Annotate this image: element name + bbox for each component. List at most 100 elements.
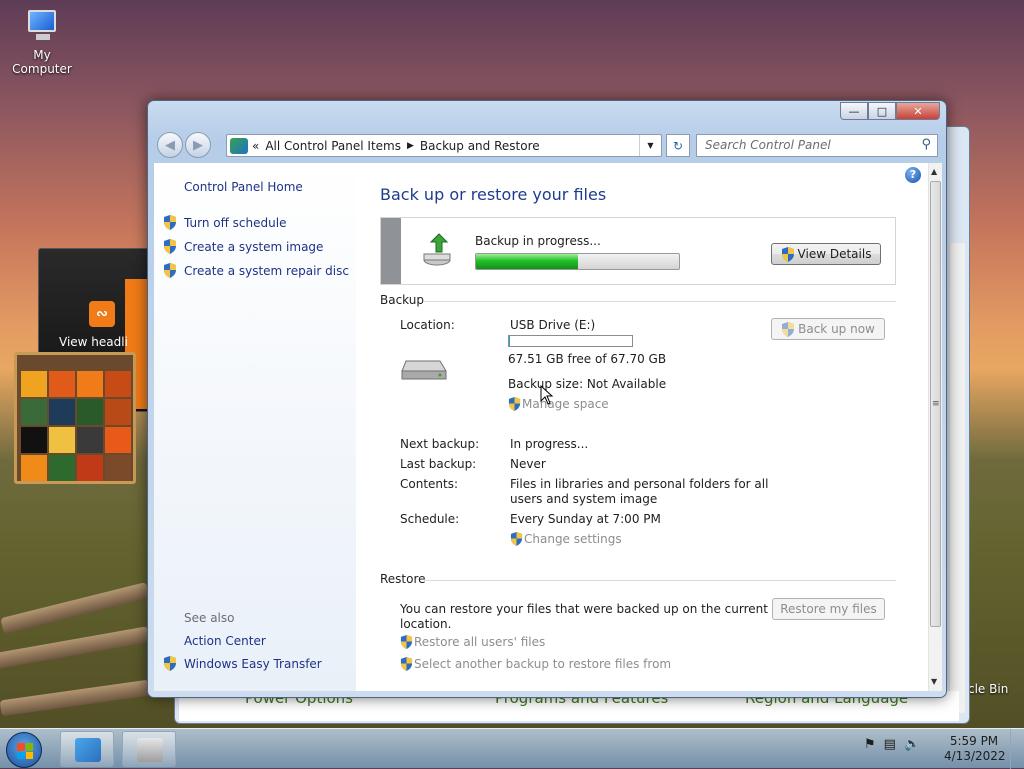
rss-icon: ∾	[89, 301, 115, 327]
breadcrumb-backup-restore[interactable]: Backup and Restore	[420, 139, 540, 153]
uac-shield-icon	[781, 321, 795, 337]
control-panel-home-link[interactable]: Control Panel Home	[184, 180, 303, 194]
backup-size-text: Backup size: Not Available	[508, 377, 667, 391]
address-bar[interactable]: « All Control Panel Items ▶ Backup and R…	[226, 134, 662, 157]
contents-value-line2: users and system image	[510, 492, 658, 506]
my-computer-desktop-icon[interactable]: My Computer	[4, 8, 80, 76]
start-button[interactable]	[6, 732, 42, 768]
maximize-button[interactable]: □	[868, 102, 896, 120]
windows-logo-icon	[17, 743, 33, 759]
address-dropdown-icon[interactable]: ▼	[639, 135, 661, 156]
scrollbar-grip-icon: ≡	[932, 399, 940, 409]
schedule-label: Schedule:	[400, 512, 460, 526]
uac-shield-icon	[163, 263, 177, 278]
search-icon[interactable]: ⚲	[921, 137, 931, 152]
backup-progress-panel: Backup in progress... View Details	[380, 217, 896, 285]
change-settings-link[interactable]: Change settings	[510, 532, 622, 546]
computer-icon	[22, 8, 62, 44]
breadcrumb-separator-icon[interactable]: ▶	[407, 141, 414, 151]
refresh-icon[interactable]: ↻	[666, 134, 690, 157]
uac-shield-icon	[400, 635, 413, 649]
background-scrollbar[interactable]	[949, 243, 965, 713]
backup-restore-window[interactable]: — □ ✕ ◀ ▶ « All Control Panel Items ▶ Ba…	[147, 100, 947, 698]
close-button[interactable]: ✕	[896, 102, 940, 120]
uac-shield-icon	[163, 215, 177, 230]
uac-shield-icon	[781, 246, 795, 262]
gadget-headline-text: View headli	[59, 335, 128, 349]
minimize-button[interactable]: —	[840, 102, 868, 120]
free-space-text: 67.51 GB free of 67.70 GB	[508, 352, 667, 366]
page-title: Back up or restore your files	[380, 185, 607, 204]
scroll-down-icon[interactable]: ▼	[931, 677, 937, 686]
view-details-label: View Details	[797, 247, 872, 261]
clock-time: 5:59 PM	[949, 734, 999, 748]
network-icon[interactable]: ▤	[884, 737, 896, 752]
restore-all-users-link[interactable]: Restore all users' files	[400, 635, 545, 649]
action-center-flag-icon[interactable]: ⚑	[864, 737, 876, 752]
taskbar-clock[interactable]: 5:59 PM 4/13/2022	[944, 734, 1006, 764]
last-backup-label: Last backup:	[400, 457, 477, 471]
show-desktop-button[interactable]	[1010, 729, 1024, 769]
manage-space-label: Manage space	[522, 397, 609, 411]
create-system-image-link[interactable]: Create a system image	[184, 240, 323, 254]
location-label: Location:	[400, 318, 455, 332]
view-details-button[interactable]: View Details	[771, 243, 881, 265]
back-arrow-icon[interactable]: ◀	[157, 132, 183, 158]
system-tray: ⚑ ▤ 🔈	[864, 737, 920, 752]
picture-puzzle-gadget[interactable]	[14, 352, 136, 484]
backup-icon	[423, 233, 451, 266]
uac-shield-icon	[510, 532, 523, 546]
navigation-buttons: ◀ ▶	[156, 131, 214, 159]
drive-icon	[137, 738, 163, 762]
scroll-up-icon[interactable]: ▲	[931, 167, 937, 176]
help-icon[interactable]: ?	[905, 167, 921, 183]
restore-my-files-button[interactable]: Restore my files	[772, 598, 885, 620]
search-input[interactable]: Search Control Panel ⚲	[696, 134, 938, 157]
window-controls: — □ ✕	[840, 102, 940, 120]
back-up-now-button[interactable]: Back up now	[771, 318, 885, 340]
disk-usage-bar	[508, 335, 633, 347]
select-another-backup-link[interactable]: Select another backup to restore files f…	[400, 657, 671, 671]
contents-value-line1: Files in libraries and personal folders …	[510, 477, 769, 491]
usb-drive-icon	[401, 360, 447, 380]
forward-arrow-icon[interactable]: ▶	[185, 132, 211, 158]
search-placeholder: Search Control Panel	[705, 138, 831, 152]
left-navigation-pane: Control Panel Home Turn off schedule Cre…	[154, 163, 356, 691]
contents-label: Contents:	[400, 477, 459, 491]
recycle-bin-label[interactable]: cle Bin	[968, 682, 1008, 696]
restore-section-heading: Restore	[380, 572, 426, 586]
restore-description-line1: You can restore your files that were bac…	[400, 602, 768, 616]
control-panel-icon	[230, 137, 248, 154]
main-content: ? Back up or restore your files Backup i…	[356, 163, 928, 691]
volume-icon[interactable]: 🔈	[904, 737, 920, 752]
back-up-now-label: Back up now	[798, 322, 875, 336]
restore-all-users-label: Restore all users' files	[414, 635, 546, 649]
turn-off-schedule-link[interactable]: Turn off schedule	[184, 216, 286, 230]
location-value: USB Drive (E:)	[510, 318, 596, 332]
manage-space-link[interactable]: Manage space	[508, 397, 609, 411]
schedule-value: Every Sunday at 7:00 PM	[510, 512, 661, 526]
windows-easy-transfer-link[interactable]: Windows Easy Transfer	[184, 657, 322, 671]
change-settings-label: Change settings	[524, 532, 622, 546]
last-backup-value: Never	[510, 457, 546, 471]
clock-date: 4/13/2022	[944, 749, 1006, 763]
control-panel-icon	[75, 738, 101, 762]
next-backup-label: Next backup:	[400, 437, 480, 451]
backup-status-text: Backup in progress...	[475, 234, 601, 248]
mouse-cursor-icon	[540, 385, 554, 405]
create-repair-disc-link[interactable]: Create a system repair disc	[184, 264, 349, 278]
breadcrumb-all-control-panel-items[interactable]: All Control Panel Items	[265, 139, 401, 153]
restore-description-line2: location.	[400, 617, 452, 631]
select-another-backup-label: Select another backup to restore files f…	[414, 657, 672, 671]
vertical-scrollbar[interactable]: ▲ ≡ ▼	[928, 163, 942, 691]
uac-shield-icon	[163, 239, 177, 254]
uac-shield-icon	[508, 397, 521, 411]
taskbar-backup-button[interactable]	[122, 731, 176, 767]
action-center-link[interactable]: Action Center	[184, 634, 266, 648]
breadcrumb-overflow[interactable]: «	[252, 139, 259, 153]
see-also-heading: See also	[184, 611, 235, 625]
taskbar: ⚑ ▤ 🔈 5:59 PM 4/13/2022	[0, 728, 1024, 769]
uac-shield-icon	[163, 656, 177, 671]
backup-section-heading: Backup	[380, 293, 424, 307]
taskbar-control-panel-button[interactable]	[60, 731, 114, 767]
